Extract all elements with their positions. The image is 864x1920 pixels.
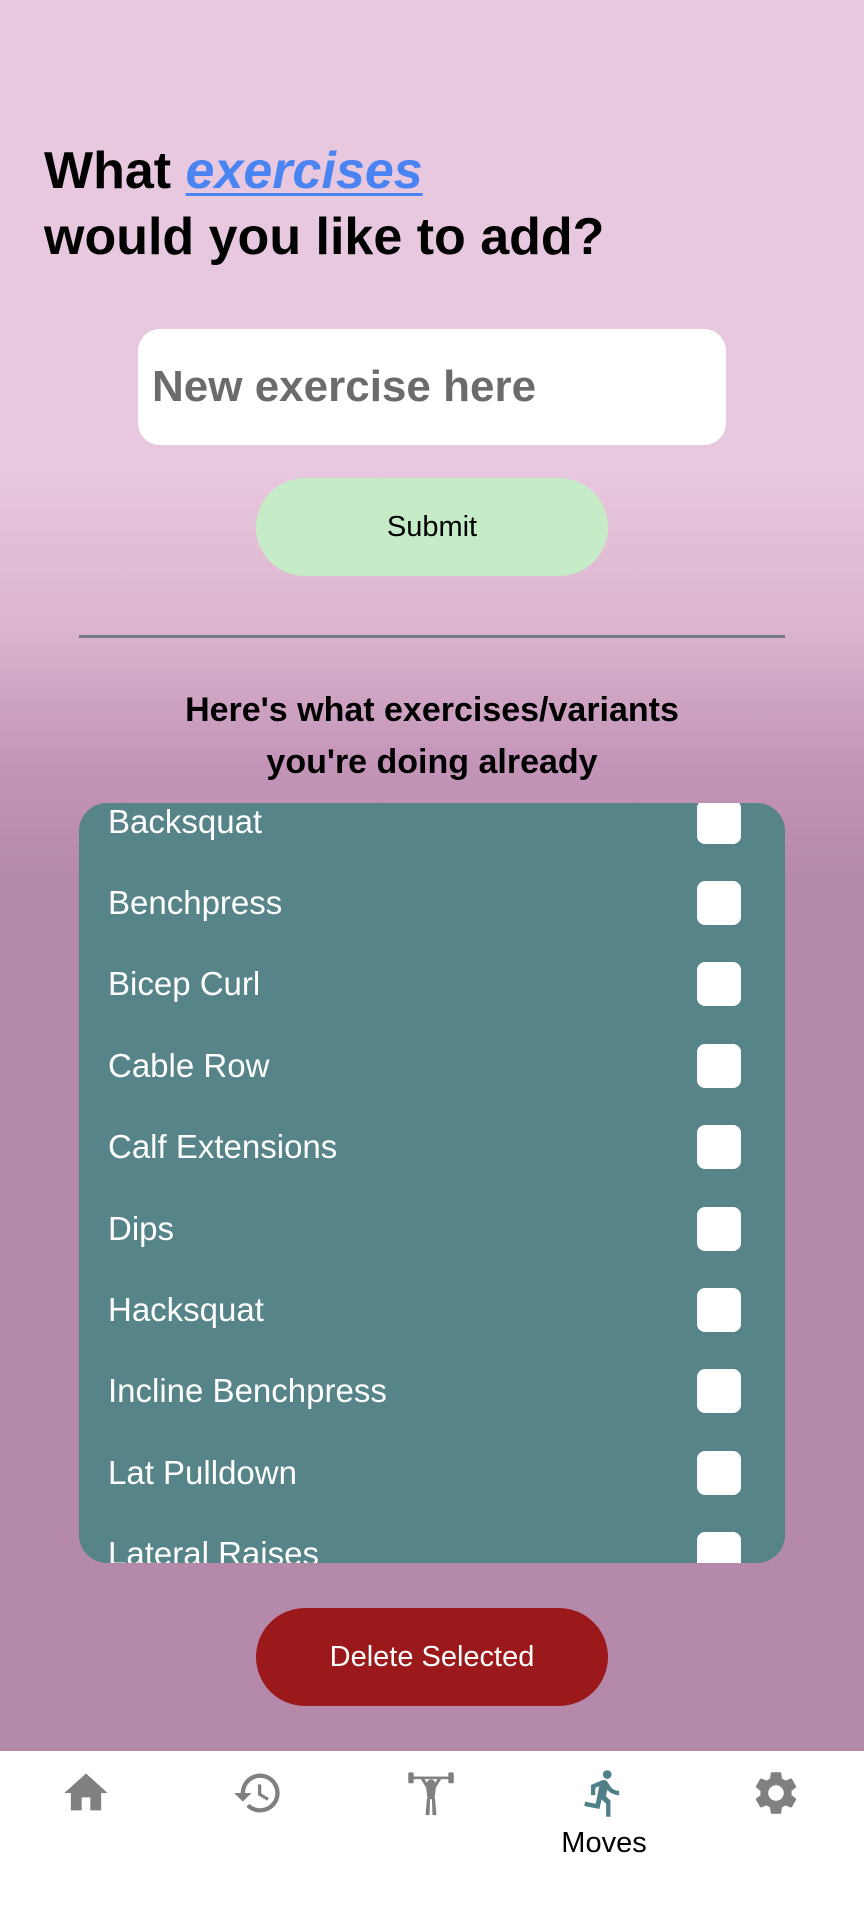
exercise-label: Lateral Raises xyxy=(108,1534,319,1564)
submit-button[interactable]: Submit xyxy=(256,478,608,576)
gear-icon xyxy=(755,1772,797,1814)
list-item[interactable]: Cable Row xyxy=(79,1025,785,1106)
list-item[interactable]: Dips xyxy=(79,1188,785,1269)
exercise-checkbox[interactable] xyxy=(697,1287,741,1332)
exercise-label: Benchpress xyxy=(108,883,283,921)
heading-line-1: Here's what exercises/variants xyxy=(185,691,679,729)
exercise-label: Dips xyxy=(108,1209,175,1247)
existing-exercises-heading: Here's what exercises/variants you're do… xyxy=(0,684,864,788)
list-item[interactable]: Hacksquat xyxy=(79,1269,785,1350)
exercise-checkbox[interactable] xyxy=(697,803,741,844)
nav-moves[interactable]: Moves xyxy=(518,1751,690,1920)
list-item[interactable]: Lat Pulldown xyxy=(79,1432,785,1513)
nav-moves-label: Moves xyxy=(561,1827,647,1859)
exercise-checkbox[interactable] xyxy=(697,1043,741,1088)
exercise-checkbox[interactable] xyxy=(697,1450,741,1495)
bottom-navigation: Moves xyxy=(0,1751,864,1920)
divider xyxy=(79,635,785,638)
exercise-label: Backsquat xyxy=(108,803,263,840)
exercise-checkbox[interactable] xyxy=(697,1531,741,1563)
title-prefix: What xyxy=(44,142,186,200)
exercise-checkbox[interactable] xyxy=(697,880,741,925)
running-figure-icon xyxy=(584,1770,620,1817)
exercise-checkbox[interactable] xyxy=(697,961,741,1006)
nav-settings[interactable] xyxy=(690,1751,862,1920)
exercise-label: Calf Extensions xyxy=(108,1127,338,1165)
heading-line-2: you're doing already xyxy=(266,743,598,781)
list-item[interactable]: Benchpress xyxy=(79,862,785,943)
list-item[interactable]: Incline Benchpress xyxy=(79,1350,785,1431)
list-item[interactable]: Backsquat xyxy=(79,803,785,862)
page-title: What exercises would you like to add? xyxy=(44,138,604,270)
title-suffix: would you like to add? xyxy=(44,208,605,266)
new-exercise-input[interactable] xyxy=(138,329,726,445)
exercise-label: Bicep Curl xyxy=(108,964,261,1002)
list-item[interactable]: Lateral Raises xyxy=(79,1513,785,1563)
list-item[interactable]: Bicep Curl xyxy=(79,943,785,1024)
title-accent-word: exercises xyxy=(185,142,423,200)
list-item[interactable]: Calf Extensions xyxy=(79,1106,785,1187)
exercise-label: Cable Row xyxy=(108,1046,270,1084)
nav-history[interactable] xyxy=(172,1751,344,1920)
nav-home[interactable] xyxy=(0,1751,172,1920)
nav-workout[interactable] xyxy=(345,1751,517,1920)
home-icon xyxy=(64,1773,108,1811)
exercise-label: Incline Benchpress xyxy=(108,1371,387,1409)
exercise-label: Hacksquat xyxy=(108,1290,264,1328)
exercise-checkbox[interactable] xyxy=(697,1368,741,1413)
delete-selected-button[interactable]: Delete Selected xyxy=(256,1608,608,1706)
exercise-checkbox[interactable] xyxy=(697,1124,741,1169)
exercise-list[interactable]: Backsquat Benchpress Bicep Curl Cable Ro… xyxy=(79,803,785,1563)
history-icon xyxy=(234,1773,280,1813)
weightlifter-icon xyxy=(408,1772,454,1816)
exercise-label: Lat Pulldown xyxy=(108,1453,297,1491)
exercise-checkbox[interactable] xyxy=(697,1206,741,1251)
